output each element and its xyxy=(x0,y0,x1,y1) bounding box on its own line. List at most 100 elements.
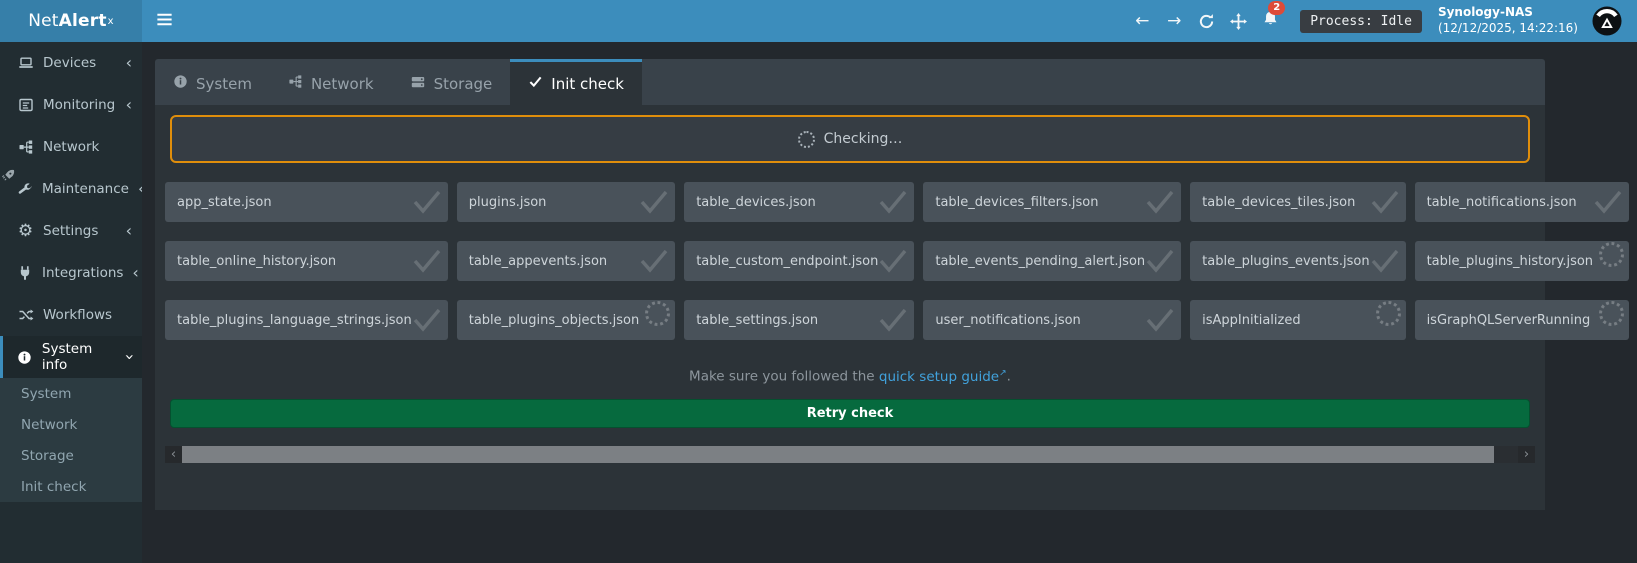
tab-init-check[interactable]: Init check xyxy=(510,59,642,105)
check-item-card: table_notifications.json xyxy=(1415,182,1629,222)
refresh-icon[interactable] xyxy=(1190,13,1222,30)
check-item-label: table_plugins_events.json xyxy=(1202,254,1369,269)
check-items-grid: app_state.json plugins.json table_device… xyxy=(155,153,1545,340)
checking-label: Checking… xyxy=(824,131,903,147)
system-info-submenu: System Network Storage Init check xyxy=(0,378,142,502)
forward-arrow-icon[interactable]: → xyxy=(1158,11,1190,31)
chevron-right-icon: › xyxy=(1524,447,1529,462)
check-icon xyxy=(528,74,543,93)
tab-storage[interactable]: Storage xyxy=(392,59,511,105)
check-item-card: table_plugins_events.json xyxy=(1190,241,1405,281)
setup-hint-text: Make sure you followed the quick setup g… xyxy=(155,368,1545,385)
external-link-icon: ↗ xyxy=(999,368,1007,378)
check-item-card: user_notifications.json xyxy=(923,300,1181,340)
move-arrows-icon[interactable] xyxy=(1222,13,1254,30)
process-status-label: Process: Idle xyxy=(1300,10,1422,33)
app-logo[interactable]: NetAlertx xyxy=(0,0,142,42)
info-circle-icon xyxy=(173,74,188,93)
system-info-content: System Network Storage xyxy=(155,59,1545,510)
chevron-left-icon: ‹ xyxy=(171,447,176,462)
scroll-left-button[interactable]: ‹ xyxy=(165,446,182,463)
check-item-card: table_events_pending_alert.json xyxy=(923,241,1181,281)
init-check-panel: Checking… app_state.json plugins.json xyxy=(155,105,1545,510)
tab-label: Storage xyxy=(434,75,493,93)
check-item-card: isAppInitialized xyxy=(1190,300,1405,340)
tab-system[interactable]: System xyxy=(155,59,270,105)
check-item-card: plugins.json xyxy=(457,182,675,222)
retry-check-button[interactable]: Retry check xyxy=(170,399,1530,428)
submenu-item-label: Init check xyxy=(21,479,86,495)
header-right-group: ← → 2 Process: Idle Synology-NAS (12/12/… xyxy=(1126,0,1637,42)
sidebar-item-network[interactable]: Network xyxy=(0,126,142,168)
tab-label: System xyxy=(196,75,252,93)
check-item-card: table_online_history.json xyxy=(165,241,448,281)
check-item-label: app_state.json xyxy=(177,195,272,210)
scroll-right-button[interactable]: › xyxy=(1518,446,1535,463)
sidebar-item-label: Integrations xyxy=(42,265,123,281)
info-circle-icon xyxy=(17,350,33,365)
check-item-label: table_devices.json xyxy=(696,195,816,210)
sidebar-item-integrations[interactable]: Integrations ‹ xyxy=(0,252,142,294)
sidebar-item-label: Network xyxy=(43,139,99,155)
check-icon xyxy=(1370,249,1400,273)
check-icon xyxy=(412,190,442,214)
submenu-item-init-check[interactable]: Init check xyxy=(0,471,142,502)
chevron-left-icon: ‹ xyxy=(126,223,132,239)
sidebar-item-maintenance[interactable]: Maintenance ‹ xyxy=(0,168,142,210)
chevron-left-icon: ‹ xyxy=(126,97,132,113)
netalertx-app: NetAlertx ← → 2 Process: Idle xyxy=(0,0,1637,563)
tab-label: Network xyxy=(311,75,374,93)
check-item-label: table_custom_endpoint.json xyxy=(696,254,878,269)
sidebar-toggle-button[interactable] xyxy=(142,0,186,42)
submenu-item-storage[interactable]: Storage xyxy=(0,440,142,471)
notification-count-badge: 2 xyxy=(1268,1,1285,15)
loading-spinner-icon xyxy=(1599,301,1624,326)
hint-prefix: Make sure you followed the xyxy=(689,369,879,385)
submenu-item-label: Storage xyxy=(21,448,74,464)
sidebar-item-workflows[interactable]: Workflows xyxy=(0,294,142,336)
server-icon xyxy=(410,74,426,94)
check-icon xyxy=(878,249,908,273)
logo-sup-x: x xyxy=(108,16,114,27)
chevron-down-icon: ‹ xyxy=(121,354,137,360)
hamburger-icon xyxy=(155,10,174,33)
sidebar-item-label: Monitoring xyxy=(43,97,115,113)
tab-network[interactable]: Network xyxy=(270,59,392,105)
check-item-card: table_settings.json xyxy=(684,300,914,340)
sidebar-item-devices[interactable]: Devices ‹ xyxy=(0,42,142,84)
host-timestamp-label: (12/12/2025, 14:22:16) xyxy=(1438,21,1578,37)
check-item-card: app_state.json xyxy=(165,182,448,222)
loading-spinner-icon xyxy=(798,131,815,148)
hint-suffix: . xyxy=(1007,369,1011,385)
check-item-label: plugins.json xyxy=(469,195,547,210)
check-item-card: table_devices.json xyxy=(684,182,914,222)
check-icon xyxy=(878,190,908,214)
check-item-card: table_plugins_history.json xyxy=(1415,241,1629,281)
gear-icon: ⚙ xyxy=(17,223,34,240)
check-item-card: isGraphQLServerRunning xyxy=(1415,300,1629,340)
check-item-label: table_appevents.json xyxy=(469,254,607,269)
sidebar-item-label: Settings xyxy=(43,223,98,239)
submenu-item-system[interactable]: System xyxy=(0,378,142,409)
quick-setup-guide-link[interactable]: quick setup guide↗ xyxy=(879,369,1007,385)
rocket-icon xyxy=(1,168,16,187)
sidebar-item-system-info[interactable]: System info ‹ xyxy=(0,336,142,378)
back-arrow-icon[interactable]: ← xyxy=(1126,11,1158,31)
logo-text-alert: Alert xyxy=(59,11,107,31)
notifications-bell-button[interactable]: 2 xyxy=(1254,10,1286,32)
user-avatar[interactable] xyxy=(1592,6,1622,36)
check-icon xyxy=(412,308,442,332)
tab-label: Init check xyxy=(551,75,624,93)
scrollbar-track[interactable] xyxy=(1494,446,1518,463)
check-icon xyxy=(412,249,442,273)
check-item-label: isGraphQLServerRunning xyxy=(1427,313,1591,328)
sidebar-item-label: Workflows xyxy=(43,307,112,323)
check-item-card: table_plugins_objects.json xyxy=(457,300,675,340)
check-icon xyxy=(1145,190,1175,214)
scrollbar-thumb[interactable] xyxy=(182,446,1494,463)
sidebar-item-settings[interactable]: ⚙ Settings ‹ xyxy=(0,210,142,252)
sidebar-item-monitoring[interactable]: Monitoring ‹ xyxy=(0,84,142,126)
logo-text-net: Net xyxy=(28,11,58,31)
laptop-icon xyxy=(17,55,34,71)
submenu-item-network[interactable]: Network xyxy=(0,409,142,440)
